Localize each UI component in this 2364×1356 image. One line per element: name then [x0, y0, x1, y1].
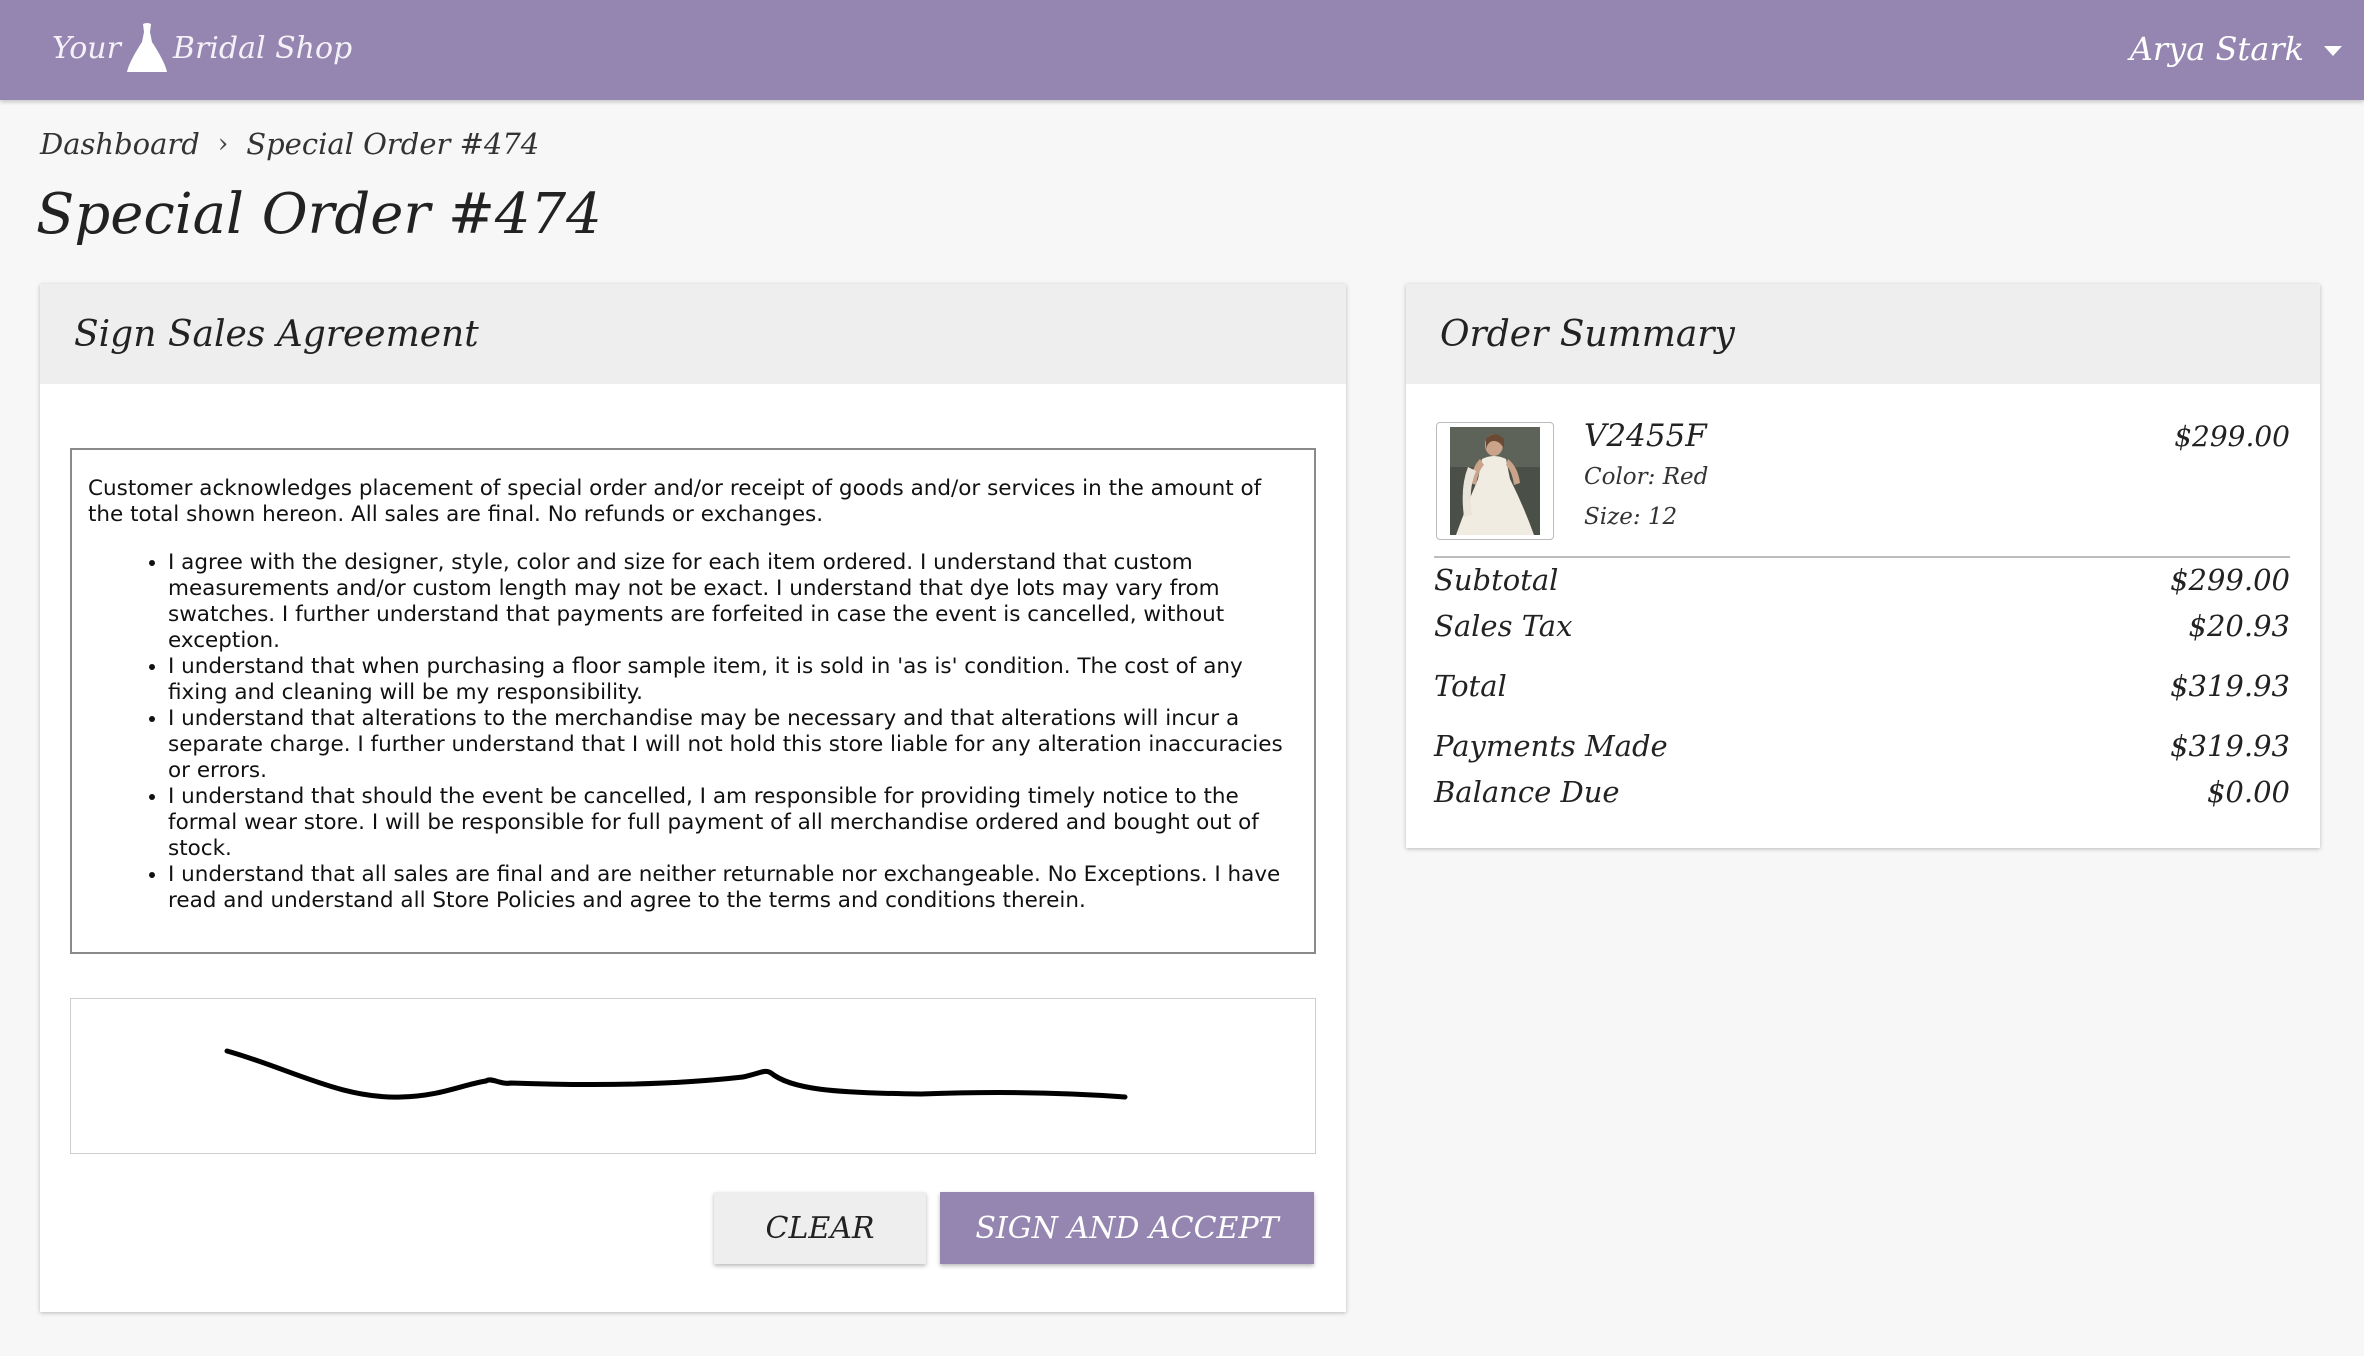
- item-size: Size: 12: [1584, 504, 1678, 530]
- signature-pad[interactable]: [70, 998, 1316, 1154]
- summary-row-subtotal: Subtotal $299.00: [1434, 560, 2290, 600]
- agreement-term: I understand that should the event be ca…: [168, 784, 1298, 862]
- breadcrumb-dashboard-link[interactable]: Dashboard: [40, 127, 200, 161]
- summary-value: $299.00: [2170, 563, 2290, 597]
- summary-row-balance-due: Balance Due $0.00: [1434, 772, 2290, 812]
- breadcrumb-separator: ›: [217, 129, 229, 159]
- user-menu[interactable]: Arya Stark: [2130, 24, 2342, 74]
- breadcrumb-current: Special Order #474: [246, 127, 540, 161]
- agreement-card-header: Sign Sales Agreement: [40, 284, 1346, 384]
- summary-row-payments-made: Payments Made $319.93: [1434, 726, 2290, 766]
- dress-photo-icon[interactable]: [1436, 422, 1554, 540]
- clear-signature-button[interactable]: CLEAR: [714, 1192, 926, 1264]
- sign-agreement-card: Sign Sales Agreement Customer acknowledg…: [40, 284, 1346, 1312]
- agreement-text-box[interactable]: Customer acknowledges placement of speci…: [70, 448, 1316, 954]
- dress-thumbnail-image: [1450, 427, 1540, 535]
- item-sku: V2455F: [1584, 418, 1707, 454]
- summary-row-sales-tax: Sales Tax $20.93: [1434, 606, 2290, 646]
- summary-label: Subtotal: [1434, 563, 1559, 597]
- summary-value: $319.93: [2170, 729, 2290, 763]
- summary-label: Total: [1434, 669, 1507, 703]
- signature-stroke: [224, 1048, 1128, 1100]
- caret-down-icon: [2324, 46, 2342, 56]
- item-color: Color: Red: [1584, 464, 1709, 490]
- agreement-terms-list: I agree with the designer, style, color …: [88, 550, 1298, 914]
- page-title: Special Order #474: [36, 182, 602, 247]
- item-price: $299.00: [2174, 420, 2290, 453]
- agreement-intro: Customer acknowledges placement of speci…: [88, 476, 1262, 527]
- sign-and-accept-button[interactable]: SIGN AND ACCEPT: [940, 1192, 1314, 1264]
- summary-card-header: Order Summary: [1406, 284, 2320, 384]
- top-navbar: Your Bridal Shop Arya Stark: [0, 0, 2364, 100]
- summary-label: Sales Tax: [1434, 609, 1573, 643]
- order-summary-card: Order Summary V2455F Color: Red Size: 12…: [1406, 284, 2320, 848]
- agreement-term: I understand that alterations to the mer…: [168, 706, 1298, 784]
- logo-word-bridal-shop: Bridal Shop: [172, 30, 353, 66]
- summary-label: Payments Made: [1434, 729, 1668, 763]
- summary-label: Balance Due: [1434, 775, 1620, 809]
- agreement-term: I understand that when purchasing a floo…: [168, 654, 1298, 706]
- summary-divider: [1434, 556, 2290, 558]
- summary-value: $20.93: [2188, 609, 2290, 643]
- summary-row-total: Total $319.93: [1434, 666, 2290, 706]
- brand-logo[interactable]: Your Bridal Shop: [52, 20, 352, 76]
- agreement-term: I understand that all sales are final an…: [168, 862, 1298, 914]
- breadcrumb: Dashboard › Special Order #474: [40, 124, 539, 164]
- summary-value: $0.00: [2206, 775, 2290, 809]
- user-name: Arya Stark: [2129, 30, 2304, 68]
- wedding-dress-icon: [126, 23, 167, 72]
- summary-value: $319.93: [2170, 669, 2290, 703]
- logo-word-your: Your: [52, 30, 121, 66]
- agreement-term: I agree with the designer, style, color …: [168, 550, 1298, 654]
